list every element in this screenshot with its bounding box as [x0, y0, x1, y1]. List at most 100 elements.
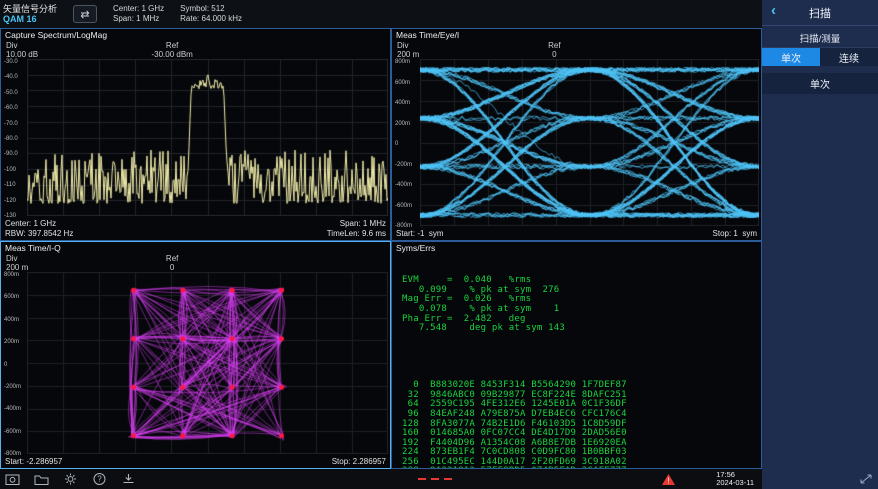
ref-value: 0 — [552, 50, 556, 59]
continuous-mode-button[interactable]: 连续 — [820, 48, 878, 66]
sweep-measure-section-label: 扫描/测量 — [762, 28, 878, 48]
sidebar: ‹ 扫描 扫描/测量 单次 连续 单次 — [762, 0, 878, 489]
list-item: -400m — [4, 406, 26, 412]
svg-text:?: ? — [97, 475, 102, 484]
help-icon[interactable]: ? — [91, 472, 107, 486]
constellation-panel[interactable]: Meas Time/I-Q Div 200 m Ref 0 800m600m40… — [0, 241, 391, 469]
list-item: 800m — [4, 272, 26, 278]
iq-start-label: Start: -2.286957 — [5, 457, 62, 467]
eye-footer: Start: -1 sym Stop: 1 sym — [392, 229, 761, 240]
list-item: 400m — [395, 100, 417, 106]
iq-stop-label: Stop: 2.286957 — [332, 457, 386, 467]
list-item: -200m — [395, 162, 417, 168]
ref-readout: Ref 0 — [548, 41, 560, 59]
list-item: 200m — [395, 121, 417, 127]
warning-icon[interactable]: ! — [660, 472, 676, 486]
topbar: 矢量信号分析 QAM 16 ⇄ Center: 1 GHz Span: 1 MH… — [0, 0, 762, 28]
back-icon[interactable]: ‹ — [771, 2, 776, 19]
spectrum-trace-canvas[interactable] — [27, 59, 388, 216]
single-sweep-button[interactable]: 单次 — [762, 73, 878, 94]
repeat-icon[interactable]: ⇄ — [73, 5, 97, 23]
eye-plot: 800m 600m 400m 200m 0 -200m -400m -600m -800m — [394, 59, 759, 229]
spectrum-y-axis-labels: -30.0-40.0-50.0-60.0-70.0-80.0-90.0-100-… — [4, 59, 26, 219]
resize-expand-icon[interactable] — [859, 473, 873, 485]
spectrum-scale-header: Div 10.00 dB Ref -30.00 dBm — [1, 41, 390, 59]
list-item: 600m — [395, 80, 417, 86]
span-label: Span: 1 MHz — [113, 14, 164, 24]
settings-gear-icon[interactable] — [62, 472, 78, 486]
panel-title: Capture Spectrum/LogMag — [1, 29, 390, 41]
list-item: -70.0 — [4, 121, 26, 127]
list-item: -90.0 — [4, 151, 26, 157]
list-item: -200m — [4, 384, 26, 390]
screenshot-icon[interactable] — [4, 472, 20, 486]
list-item: -80.0 — [4, 136, 26, 142]
list-item: -120 — [4, 198, 26, 204]
iq-y-axis-labels: 800m600m400m200m0-200m-400m-600m-800m — [4, 272, 26, 457]
sidebar-title: 扫描 — [809, 5, 831, 21]
spectrum-span-label: Span: 1 MHz — [340, 219, 386, 229]
sweep-mode-segmented-control: 单次 连续 — [762, 48, 878, 66]
list-item: -400m — [395, 182, 417, 188]
eye-scale-header: Div 200 m Ref 0 — [392, 41, 761, 59]
eye-y-axis-labels: 800m 600m 400m 200m 0 -200m -400m -600m -800m — [395, 59, 417, 229]
list-item: -50.0 — [4, 90, 26, 96]
app-title: 矢量信号分析 — [3, 4, 57, 14]
save-download-icon[interactable] — [120, 472, 136, 486]
eye-start-label: Start: -1 sym — [396, 229, 444, 239]
div-value: 200 m — [397, 50, 419, 59]
freq-summary: Center: 1 GHz Span: 1 MHz — [113, 4, 164, 24]
spectrum-panel[interactable]: Capture Spectrum/LogMag Div 10.00 dB Ref… — [0, 28, 391, 241]
eye-diagram-panel[interactable]: Meas Time/Eye/I Div 200 m Ref 0 800m 600m… — [391, 28, 762, 241]
symbol-label: Symbol: 512 — [180, 4, 242, 14]
ref-label: Ref — [166, 254, 178, 263]
eye-stop-label: Stop: 1 sym — [713, 229, 757, 239]
iq-footer: Start: -2.286957 Stop: 2.286957 — [1, 457, 390, 468]
div-readout: Div 200 m — [6, 254, 28, 272]
panel-title: Meas Time/Eye/I — [392, 29, 761, 41]
syms-errs-panel[interactable]: Syms/Errs EVM = 0.040 %rms 0.099 % pk at… — [391, 241, 762, 469]
app-window: 矢量信号分析 QAM 16 ⇄ Center: 1 GHz Span: 1 MH… — [0, 0, 878, 489]
list-item: 0 — [395, 141, 417, 147]
list-item: 200m — [4, 339, 26, 345]
single-mode-button[interactable]: 单次 — [762, 48, 820, 66]
panel-title: Meas Time/I-Q — [1, 242, 390, 254]
list-item: 7.548 deg pk at sym 143 — [402, 324, 761, 334]
list-item: 400m — [4, 317, 26, 323]
list-item: -130 — [4, 213, 26, 219]
list-item: 0 — [4, 362, 26, 368]
div-value: 200 m — [6, 263, 28, 272]
ref-readout: Ref -30.00 dBm — [151, 41, 192, 59]
spectrum-plot: -30.0-40.0-50.0-60.0-70.0-80.0-90.0-100-… — [3, 59, 388, 219]
div-label: Div — [397, 41, 419, 50]
iq-scale-header: Div 200 m Ref 0 — [1, 254, 390, 272]
constellation-canvas[interactable] — [27, 272, 388, 454]
spacer — [402, 353, 761, 362]
clock: 17:56 2024-03-11 — [716, 471, 754, 488]
list-item: -100 — [4, 167, 26, 173]
date-label: 2024-03-11 — [716, 479, 754, 488]
app-identity: 矢量信号分析 QAM 16 — [3, 4, 57, 24]
sidebar-header: ‹ 扫描 — [762, 0, 878, 26]
folder-icon[interactable] — [33, 472, 49, 486]
list-item: -800m — [395, 223, 417, 229]
panel-title: Syms/Errs — [392, 242, 761, 254]
list-item: -600m — [395, 203, 417, 209]
bottombar: ? ! 17:56 2024-03-11 — [0, 469, 762, 489]
rate-label: Rate: 64.000 kHz — [180, 14, 242, 24]
div-label: Div — [6, 254, 28, 263]
symbol-summary: Symbol: 512 Rate: 64.000 kHz — [180, 4, 242, 24]
spectrum-center-label: Center: 1 GHz — [5, 219, 56, 229]
list-item: -110 — [4, 182, 26, 188]
modulation-label: QAM 16 — [3, 14, 57, 24]
spectrum-timelen-label: TimeLen: 9.6 ms — [327, 229, 386, 239]
list-item: -60.0 — [4, 105, 26, 111]
div-readout: Div 10.00 dB — [6, 41, 38, 59]
ref-value: -30.00 dBm — [151, 50, 192, 59]
spectrum-footer: Center: 1 GHz Span: 1 MHz RBW: 397.8542 … — [1, 219, 390, 240]
eye-trace-canvas[interactable] — [420, 59, 759, 226]
list-item: 800m — [395, 59, 417, 65]
spectrum-rbw-label: RBW: 397.8542 Hz — [5, 229, 73, 239]
svg-text:!: ! — [667, 476, 669, 485]
list-item: -40.0 — [4, 74, 26, 80]
